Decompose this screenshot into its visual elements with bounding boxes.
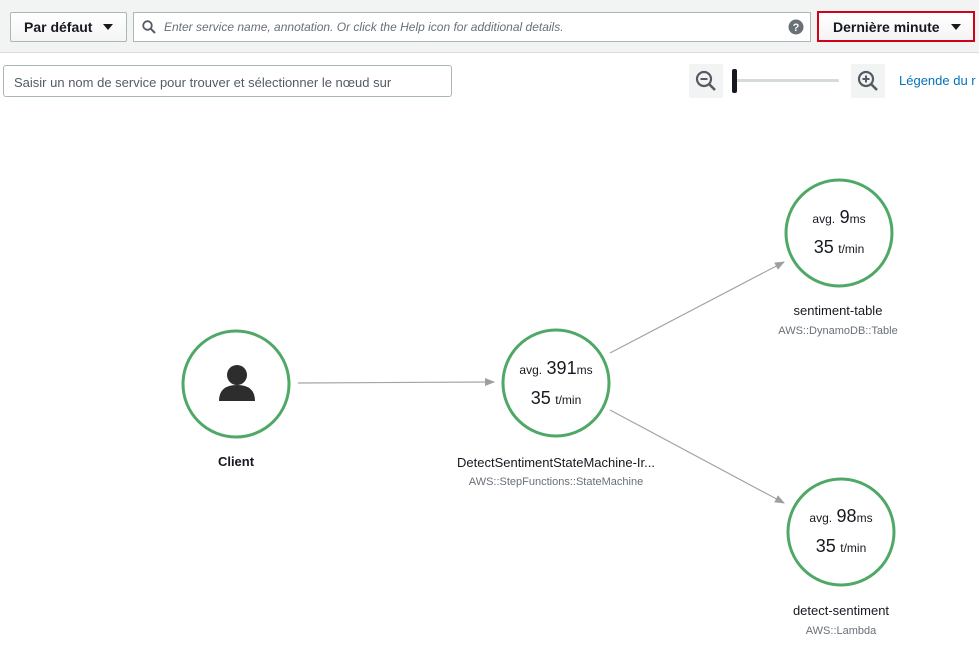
avg-prefix: avg. [519, 363, 543, 377]
rate-value: 35 [813, 237, 834, 257]
state-machine-avg: avg. 391ms [506, 358, 606, 379]
rate-value: 35 [815, 536, 836, 556]
node-state-machine-type: AWS::StepFunctions::StateMachine [468, 476, 644, 488]
avg-value: 9 [839, 207, 850, 227]
lambda-rate: 35 t/min [791, 536, 891, 557]
avg-prefix: avg. [809, 511, 833, 525]
node-state-machine-ring[interactable] [501, 328, 611, 438]
avg-unit: ms [856, 511, 873, 525]
avg-value: 98 [836, 506, 857, 526]
node-table-type: AWS::DynamoDB::Table [778, 325, 898, 337]
avg-value: 391 [546, 358, 577, 378]
lambda-avg: avg. 98ms [791, 506, 891, 527]
rate-unit: t/min [555, 393, 582, 407]
table-avg: avg. 9ms [789, 207, 889, 228]
rate-value: 35 [530, 388, 551, 408]
node-table-name[interactable]: sentiment-table [758, 303, 918, 318]
edge-client-to-state-machine[interactable] [297, 378, 495, 387]
avg-prefix: avg. [812, 212, 836, 226]
state-machine-rate: 35 t/min [506, 388, 606, 409]
node-state-machine-name[interactable]: DetectSentimentStateMachine-Ir... [436, 455, 676, 470]
table-rate: 35 t/min [789, 237, 889, 258]
avg-unit: ms [576, 363, 593, 377]
node-table-ring[interactable] [784, 178, 894, 288]
node-lambda-name[interactable]: detect-sentiment [761, 603, 921, 618]
node-lambda-type: AWS::Lambda [805, 625, 877, 637]
node-client[interactable] [181, 329, 291, 439]
node-lambda-ring[interactable] [786, 477, 896, 587]
rate-unit: t/min [840, 541, 867, 555]
node-client-name[interactable]: Client [186, 454, 286, 469]
rate-unit: t/min [838, 242, 865, 256]
avg-unit: ms [849, 212, 866, 226]
